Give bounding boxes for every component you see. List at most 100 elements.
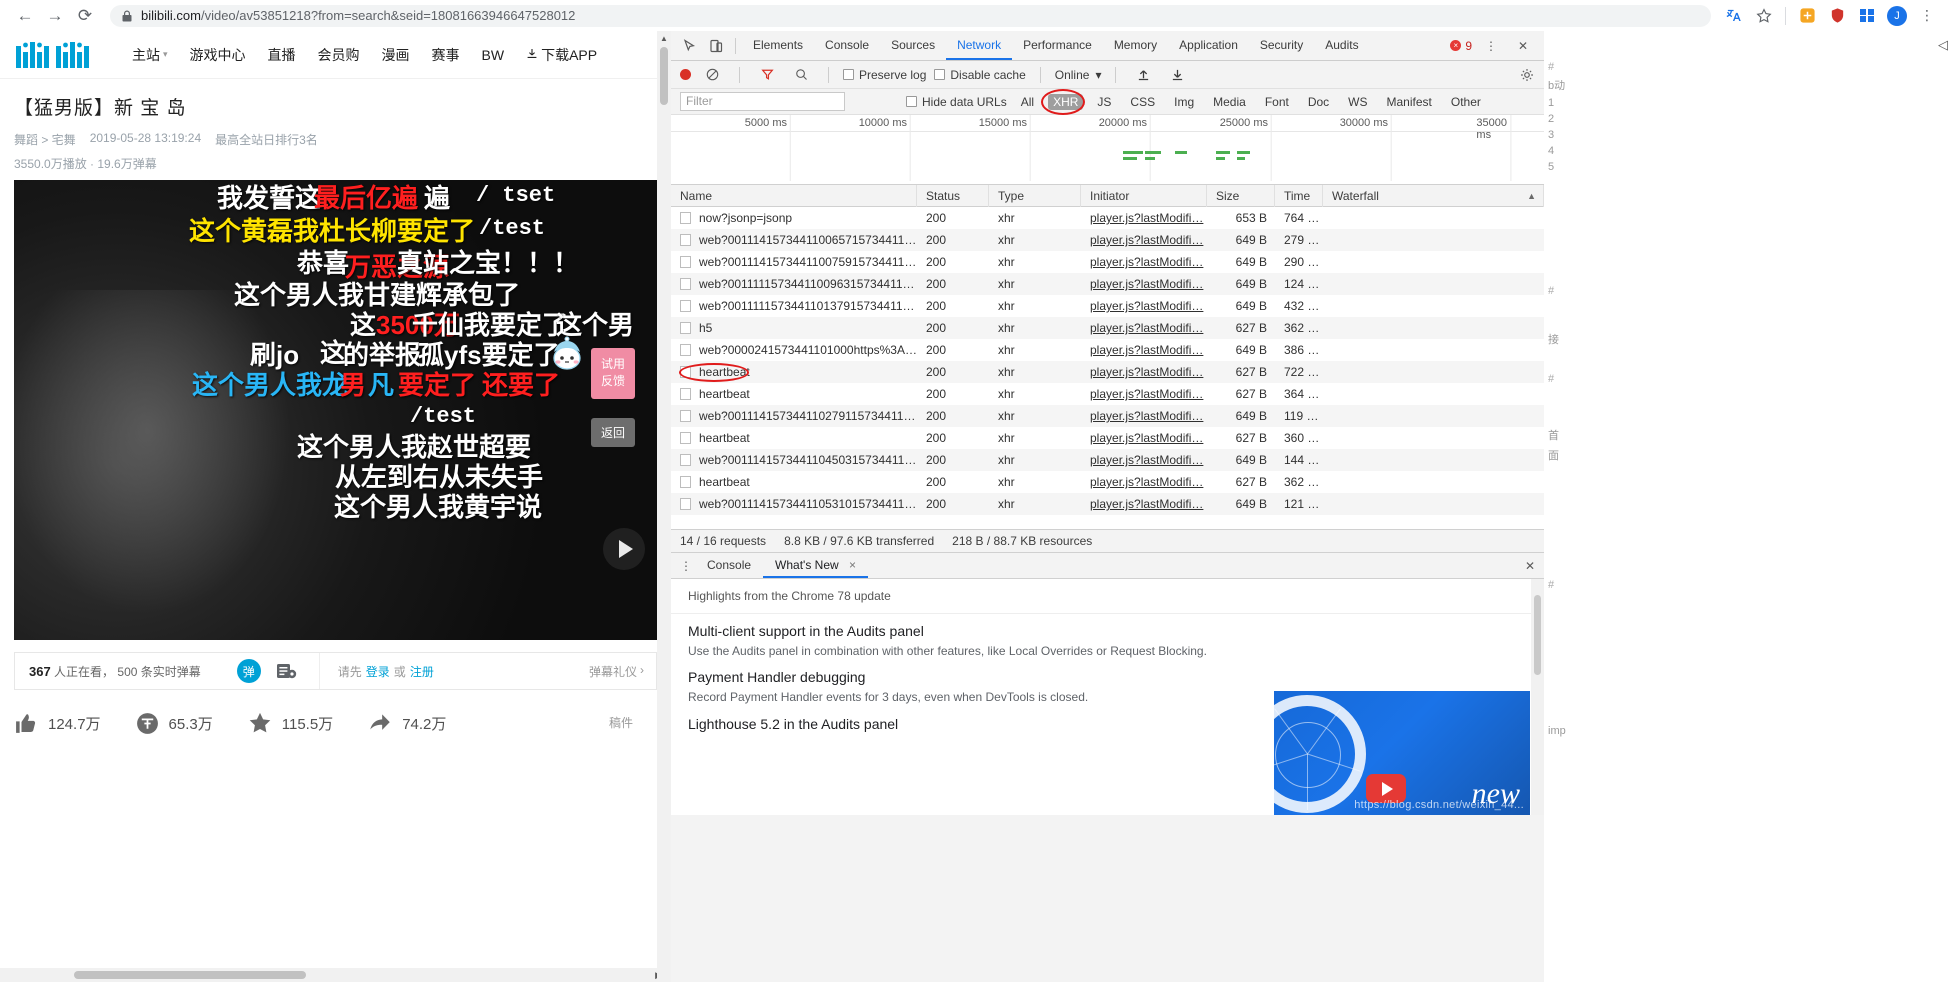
filter-type-css[interactable]: CSS: [1125, 94, 1160, 110]
request-name-cell[interactable]: web?0011141573441102791157344110…: [671, 405, 917, 427]
throttling-select[interactable]: Online ▾: [1055, 68, 1102, 82]
close-icon[interactable]: ×: [849, 558, 856, 572]
tab-network[interactable]: Network: [946, 31, 1013, 60]
preserve-log-checkbox[interactable]: Preserve log: [843, 68, 926, 82]
initiator-cell[interactable]: player.js?lastModifi…: [1081, 405, 1207, 427]
table-row[interactable]: web?0011141573441100657157344110… 200 xhr p…: [671, 229, 1544, 251]
request-name-cell[interactable]: web?0011141573441100657157344110…: [671, 229, 917, 251]
whats-new-scrollbar[interactable]: [1531, 579, 1544, 815]
initiator-cell[interactable]: player.js?lastModifi…: [1081, 449, 1207, 471]
register-link[interactable]: 注册: [410, 663, 434, 680]
initiator-link[interactable]: player.js?lastModifi…: [1090, 497, 1203, 511]
initiator-link[interactable]: player.js?lastModifi…: [1090, 277, 1203, 291]
table-row[interactable]: web?0011141573441100759157344110… 200 xhr p…: [671, 251, 1544, 273]
request-name-cell[interactable]: web?0011141573441105310157344110…: [671, 493, 917, 515]
initiator-link[interactable]: player.js?lastModifi…: [1090, 299, 1203, 313]
extension-icon[interactable]: [1794, 3, 1820, 29]
three-dot-menu-icon[interactable]: ⋮: [677, 559, 695, 573]
initiator-cell[interactable]: player.js?lastModifi…: [1081, 295, 1207, 317]
nav-item-2[interactable]: 直播: [268, 45, 296, 65]
column-header-size[interactable]: Size: [1207, 184, 1275, 207]
whats-new-item-title[interactable]: Payment Handler debugging: [688, 669, 1544, 685]
tab-console[interactable]: Console: [814, 31, 880, 60]
filter-input[interactable]: Filter: [680, 92, 845, 111]
table-row[interactable]: heartbeat 200 xhr player.js?lastModifi… 627 …: [671, 361, 1544, 383]
filter-type-img[interactable]: Img: [1169, 94, 1199, 110]
table-row[interactable]: web?0000241573441101000https%3A… 200 xhr pl…: [671, 339, 1544, 361]
initiator-cell[interactable]: player.js?lastModifi…: [1081, 251, 1207, 273]
scrollbar-thumb[interactable]: [660, 47, 668, 105]
nav-item-4[interactable]: 漫画: [382, 45, 410, 65]
table-row[interactable]: h5 200 xhr player.js?lastModifi… 627 B 362 …: [671, 317, 1544, 339]
three-dot-menu-icon[interactable]: ⋮: [1914, 3, 1940, 29]
filter-type-js[interactable]: JS: [1092, 94, 1116, 110]
table-row[interactable]: heartbeat 200 xhr player.js?lastModifi… 627 …: [671, 427, 1544, 449]
filter-type-other[interactable]: Other: [1446, 94, 1486, 110]
request-name-cell[interactable]: heartbeat: [671, 383, 917, 405]
initiator-link[interactable]: player.js?lastModifi…: [1090, 431, 1203, 445]
column-header-name[interactable]: Name: [671, 184, 917, 207]
initiator-link[interactable]: player.js?lastModifi…: [1090, 255, 1203, 269]
play-icon[interactable]: [603, 528, 645, 570]
login-link[interactable]: 登录: [366, 663, 390, 680]
filter-type-all[interactable]: All: [1016, 94, 1039, 110]
trial-feedback-button[interactable]: 试用 反馈: [591, 348, 635, 399]
drawer-tab-whats-new[interactable]: What's New ×: [763, 553, 869, 578]
initiator-link[interactable]: player.js?lastModifi…: [1090, 211, 1203, 225]
initiator-cell[interactable]: player.js?lastModifi…: [1081, 361, 1207, 383]
scrollbar-thumb[interactable]: [1534, 595, 1541, 675]
initiator-link[interactable]: player.js?lastModifi…: [1090, 321, 1203, 335]
request-name-cell[interactable]: web?0000241573441101000https%3A…: [671, 339, 917, 361]
filter-type-xhr[interactable]: XHR: [1048, 93, 1084, 110]
breadcrumb[interactable]: 舞蹈 > 宅舞: [14, 131, 76, 148]
nav-item-3[interactable]: 会员购: [318, 45, 360, 65]
danmaku-icon[interactable]: 弹: [236, 659, 261, 683]
nav-item-0[interactable]: 主站 ▾: [132, 45, 168, 65]
import-har-icon[interactable]: [1130, 62, 1156, 88]
scroll-up-arrow-icon[interactable]: ▲: [657, 31, 671, 45]
inspect-element-icon[interactable]: [677, 33, 703, 59]
request-name-cell[interactable]: now?jsonp=jsonp: [671, 207, 917, 229]
initiator-link[interactable]: player.js?lastModifi…: [1090, 409, 1203, 423]
initiator-link[interactable]: player.js?lastModifi…: [1090, 365, 1203, 379]
avatar[interactable]: J: [1884, 3, 1910, 29]
danmaku-settings-icon[interactable]: [276, 663, 297, 679]
initiator-link[interactable]: player.js?lastModifi…: [1090, 343, 1203, 357]
request-name-cell[interactable]: web?0011141573441104503157344110…: [671, 449, 917, 471]
back-button[interactable]: 返回: [591, 418, 635, 447]
coin-button[interactable]: 65.3万: [135, 711, 213, 736]
tab-security[interactable]: Security: [1249, 31, 1314, 60]
nav-item-1[interactable]: 游戏中心: [190, 45, 246, 65]
favorite-button[interactable]: 115.5万: [247, 710, 333, 736]
hide-data-urls-checkbox[interactable]: Hide data URLs: [906, 95, 1007, 109]
danmaku-etiquette-link[interactable]: 弹幕礼仪 ›: [589, 663, 656, 680]
initiator-cell[interactable]: player.js?lastModifi…: [1081, 317, 1207, 339]
star-icon[interactable]: [1751, 3, 1777, 29]
nav-item-7[interactable]: 下载APP: [526, 45, 597, 65]
clear-icon[interactable]: [699, 62, 725, 88]
back-arrow-icon[interactable]: ←: [10, 1, 40, 31]
table-row[interactable]: heartbeat 200 xhr player.js?lastModifi… 627 …: [671, 383, 1544, 405]
drawer-close-icon[interactable]: ✕: [1525, 559, 1544, 573]
gear-icon[interactable]: [1518, 62, 1544, 88]
address-bar[interactable]: bilibili.com/video/av53851218?from=searc…: [110, 4, 1711, 27]
initiator-link[interactable]: player.js?lastModifi…: [1090, 453, 1203, 467]
whats-new-item-title[interactable]: Multi-client support in the Audits panel: [688, 623, 1544, 639]
table-row[interactable]: web?0011111573441100963157344110… 200 xhr p…: [671, 273, 1544, 295]
initiator-link[interactable]: player.js?lastModifi…: [1090, 233, 1203, 247]
windows-grid-icon[interactable]: [1854, 3, 1880, 29]
drawer-tab-console[interactable]: Console: [695, 553, 763, 578]
video-player[interactable]: 我发誓这 最后亿遍遍 / tset 这个黄磊我杜长柳要定了/test 恭喜 万恶之源 真站之…: [14, 180, 657, 640]
request-name-cell[interactable]: web?0011111573441101379157344110…: [671, 295, 917, 317]
initiator-cell[interactable]: player.js?lastModifi…: [1081, 229, 1207, 251]
tab-elements[interactable]: Elements: [742, 31, 814, 60]
initiator-cell[interactable]: player.js?lastModifi…: [1081, 471, 1207, 493]
tab-memory[interactable]: Memory: [1103, 31, 1168, 60]
request-name-cell[interactable]: heartbeat: [671, 361, 917, 383]
initiator-cell[interactable]: player.js?lastModifi…: [1081, 383, 1207, 405]
initiator-cell[interactable]: player.js?lastModifi…: [1081, 493, 1207, 515]
column-header-type[interactable]: Type: [989, 184, 1081, 207]
tab-performance[interactable]: Performance: [1012, 31, 1103, 60]
horizontal-scrollbar[interactable]: ▶: [0, 968, 670, 982]
table-row[interactable]: web?0011141573441104503157344110… 200 xhr p…: [671, 449, 1544, 471]
